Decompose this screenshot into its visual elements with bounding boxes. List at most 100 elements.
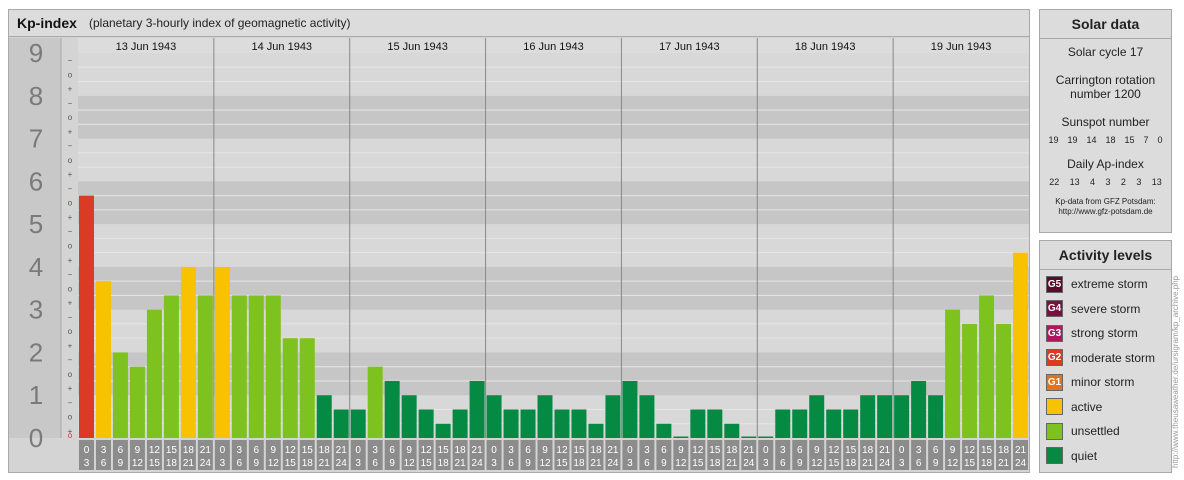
kp-bar: [741, 436, 757, 438]
activity-level-swatch: G5: [1046, 275, 1063, 293]
interval-end-label: 18: [438, 458, 450, 469]
kp-bar: [928, 395, 944, 438]
sunspot-label: Sunspot number: [1061, 115, 1150, 129]
interval-end-label: 21: [590, 458, 602, 469]
kp-chart-panel: Kp-index (planetary 3-hourly index of ge…: [8, 9, 1030, 473]
ap-value: 22: [1049, 177, 1060, 187]
kp-bar: [605, 395, 621, 438]
interval-end-label: 6: [916, 458, 922, 469]
kp-bar: [469, 380, 485, 438]
interval-end-label: 9: [797, 458, 803, 469]
interval-start-label: 0: [84, 445, 90, 456]
interval-start-label: 12: [692, 445, 704, 456]
activity-level-item: active: [1046, 397, 1102, 417]
interval-end-label: 21: [726, 458, 738, 469]
interval-end-label: 24: [1015, 458, 1027, 469]
day-label: 16 Jun 1943: [523, 41, 584, 53]
interval-end-label: 3: [491, 458, 497, 469]
y-tick-label: 3: [29, 295, 43, 325]
kp-bar: [299, 338, 315, 438]
interval-end-label: 3: [899, 458, 905, 469]
interval-end-label: 24: [336, 458, 348, 469]
interval-end-label: 9: [118, 458, 124, 469]
interval-start-label: 15: [573, 445, 585, 456]
interval-end-label: 12: [404, 458, 416, 469]
kp-bar: [350, 409, 366, 438]
kp-bar: [401, 395, 417, 438]
activity-level-swatch: G3: [1046, 324, 1063, 342]
interval-start-label: 21: [607, 445, 619, 456]
y-tick-label: 4: [29, 252, 43, 282]
kp-bar: [248, 295, 264, 438]
y-band: [78, 95, 1029, 139]
interval-start-label: 3: [372, 445, 378, 456]
interval-end-label: 15: [285, 458, 297, 469]
interval-end-label: 6: [372, 458, 378, 469]
kp-bar: [622, 380, 638, 438]
kp-bar: [520, 409, 536, 438]
sunspot-value: 14: [1086, 135, 1097, 145]
interval-end-label: 21: [862, 458, 874, 469]
day-label: 18 Jun 1943: [795, 41, 856, 53]
ap-value: 13: [1069, 177, 1080, 187]
kp-bar: [639, 395, 655, 438]
interval-start-label: 9: [271, 445, 277, 456]
y-tick-label: 9: [29, 38, 43, 68]
interval-start-label: 3: [101, 445, 107, 456]
sunspot-value: 0: [1157, 135, 1163, 145]
interval-start-label: 21: [472, 445, 484, 456]
interval-start-label: 12: [149, 445, 161, 456]
activity-level-item: unsettled: [1046, 421, 1120, 441]
y-band: [78, 138, 1029, 182]
interval-start-label: 9: [135, 445, 141, 456]
ap-index-label: Daily Ap-index: [1067, 157, 1144, 171]
kp-bar: [656, 423, 672, 438]
interval-end-label: 15: [964, 458, 976, 469]
interval-end-label: 12: [539, 458, 551, 469]
kp-bar: [146, 309, 162, 438]
activity-level-swatch: [1046, 447, 1063, 464]
kp-bar: [418, 409, 434, 438]
kp-bar: [792, 409, 808, 438]
y-tick-label: 8: [29, 81, 43, 111]
interval-end-label: 21: [998, 458, 1010, 469]
kp-bar: [1013, 252, 1028, 438]
interval-start-label: 15: [438, 445, 450, 456]
y-subtick-label: o: [68, 327, 73, 336]
interval-start-label: 9: [814, 445, 820, 456]
activity-level-label: strong storm: [1071, 326, 1138, 340]
interval-start-label: 18: [183, 445, 195, 456]
interval-start-label: 9: [678, 445, 684, 456]
activity-level-item: G4 severe storm: [1046, 299, 1140, 319]
interval-end-label: 12: [675, 458, 687, 469]
kp-bar: [537, 395, 553, 438]
activity-level-item: G2 moderate storm: [1046, 348, 1155, 368]
interval-end-label: 24: [472, 458, 484, 469]
activity-level-label: severe storm: [1071, 301, 1141, 316]
interval-start-label: 15: [845, 445, 857, 456]
y-subtick-label: −: [68, 99, 73, 108]
interval-end-label: 6: [780, 458, 786, 469]
kp-bar: [962, 323, 978, 438]
kp-bar: [775, 409, 791, 438]
y-subtick-label: −: [68, 227, 73, 236]
kp-bar: [877, 395, 893, 438]
y-subtick-label: +: [68, 256, 73, 265]
interval-start-label: 9: [542, 445, 548, 456]
kp-bar: [112, 352, 128, 438]
kp-bar: [707, 409, 723, 438]
y-subtick-label: o: [68, 156, 73, 165]
interval-end-label: 9: [933, 458, 939, 469]
y-tick-label: 7: [29, 124, 43, 154]
interval-end-label: 15: [828, 458, 840, 469]
kp-bar: [911, 380, 927, 438]
interval-start-label: 18: [319, 445, 331, 456]
interval-start-label: 0: [899, 445, 905, 456]
interval-start-label: 0: [355, 445, 361, 456]
interval-start-label: 6: [389, 445, 395, 456]
y-subtick-label: −: [68, 142, 73, 151]
interval-end-label: 24: [879, 458, 891, 469]
interval-start-label: 21: [200, 445, 212, 456]
interval-end-label: 24: [607, 458, 619, 469]
interval-start-label: 15: [166, 445, 178, 456]
